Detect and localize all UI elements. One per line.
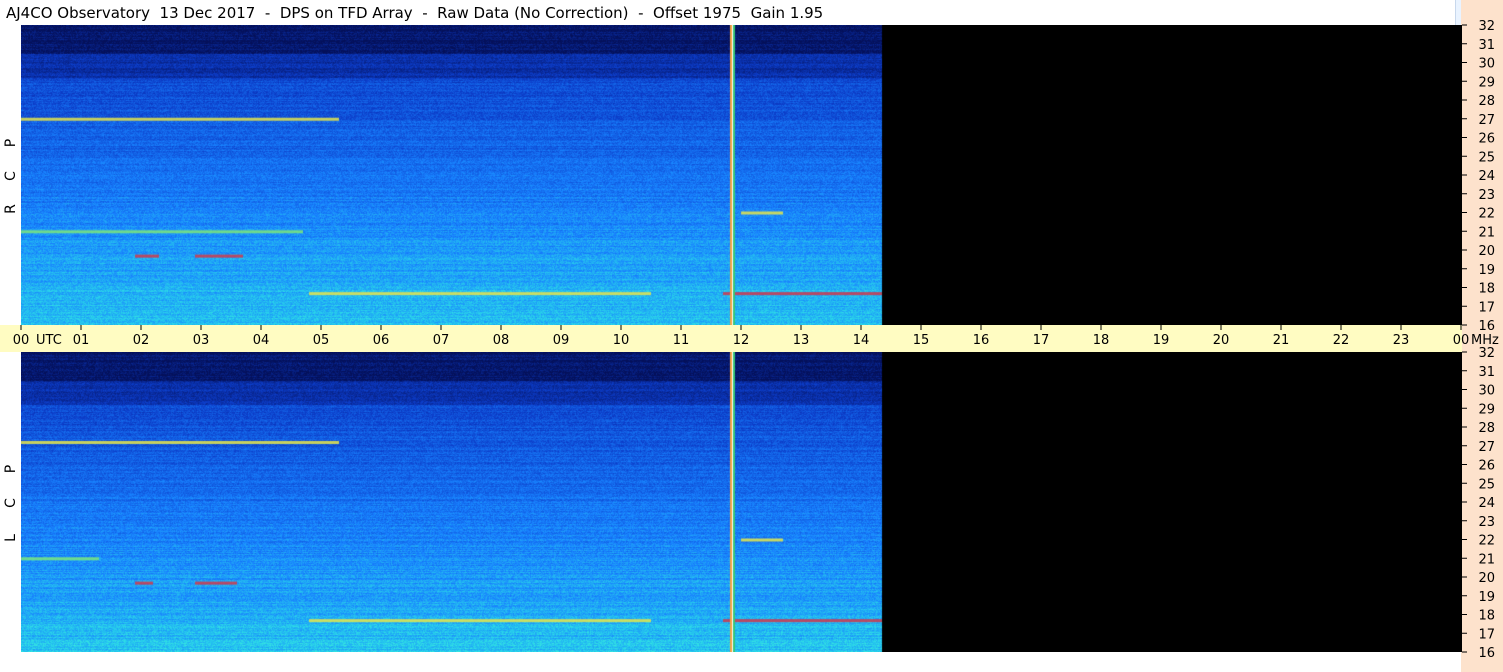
frequency-tick-label-rcp: 23 xyxy=(1478,188,1495,203)
frequency-tick-label-rcp: 28 xyxy=(1478,94,1495,109)
frequency-tick-label-rcp: 30 xyxy=(1478,57,1495,72)
frequency-tick-label-rcp: 17 xyxy=(1478,300,1495,315)
frequency-tick-label-lcp: 25 xyxy=(1478,477,1495,492)
polarization-label-rcp: P xyxy=(3,139,19,147)
frequency-tick-label-rcp: 31 xyxy=(1478,38,1495,53)
frequency-tick-label-rcp: 24 xyxy=(1478,169,1495,184)
polarization-label-rcp: C xyxy=(3,171,19,181)
time-tick-label: 07 xyxy=(433,333,450,348)
frequency-tick-label-rcp: 25 xyxy=(1478,150,1495,165)
frequency-tick-label-lcp: 23 xyxy=(1478,515,1495,530)
frequency-tick-label-lcp: 17 xyxy=(1478,627,1495,642)
frequency-tick-label-lcp: 19 xyxy=(1478,590,1495,605)
time-tick-label: 06 xyxy=(373,333,390,348)
polarization-label-lcp: L xyxy=(3,534,19,542)
frequency-tick-label-lcp: 27 xyxy=(1478,440,1495,455)
time-axis-unit: UTC xyxy=(36,333,62,348)
frequency-tick-label-rcp: 32 xyxy=(1478,19,1495,34)
time-tick-label: 08 xyxy=(493,333,510,348)
frequency-tick-label-rcp: 21 xyxy=(1478,225,1495,240)
frequency-tick-label-rcp: 22 xyxy=(1478,207,1495,222)
time-tick-label: 17 xyxy=(1033,333,1050,348)
frequency-tick-label-rcp: 20 xyxy=(1478,244,1495,259)
frequency-tick-label-lcp: 28 xyxy=(1478,421,1495,436)
polarization-label-lcp: P xyxy=(3,465,19,473)
axes-overlay: 32 31 30 29 28 27 26 25 24 23 22 21 20 19 18 17 16 R C P 32 3… xyxy=(3,19,1499,661)
time-tick-label: 11 xyxy=(673,333,690,348)
frequency-tick-label-lcp: 31 xyxy=(1478,365,1495,380)
time-tick-label: 04 xyxy=(253,333,270,348)
frequency-tick-label-lcp: 32 xyxy=(1478,346,1495,361)
frequency-tick-label-rcp: 19 xyxy=(1478,263,1495,278)
time-tick-label: 01 xyxy=(73,333,90,348)
time-tick-label: 13 xyxy=(793,333,810,348)
time-tick-label: 05 xyxy=(313,333,330,348)
frequency-tick-label-lcp: 24 xyxy=(1478,496,1495,511)
time-tick-label: 12 xyxy=(733,333,750,348)
frequency-tick-label-lcp: 30 xyxy=(1478,384,1495,399)
time-tick-label: 21 xyxy=(1273,333,1290,348)
time-tick-label: 10 xyxy=(613,333,630,348)
frequency-tick-label-lcp: 18 xyxy=(1478,609,1495,624)
frequency-tick-label-lcp: 22 xyxy=(1478,534,1495,549)
time-tick-label: 02 xyxy=(133,333,150,348)
time-tick-label: 00 xyxy=(1453,333,1470,348)
frequency-tick-label-lcp: 16 xyxy=(1478,646,1495,661)
time-tick-label: 15 xyxy=(913,333,930,348)
time-tick-label: 03 xyxy=(193,333,210,348)
frequency-tick-label-rcp: 16 xyxy=(1478,319,1495,334)
time-tick-label: 00 xyxy=(13,333,30,348)
time-tick-label: 22 xyxy=(1333,333,1350,348)
time-tick-label: 19 xyxy=(1153,333,1170,348)
frequency-tick-label-rcp: 18 xyxy=(1478,282,1495,297)
time-tick-label: 09 xyxy=(553,333,570,348)
frequency-tick-label-lcp: 26 xyxy=(1478,459,1495,474)
frequency-tick-label-lcp: 29 xyxy=(1478,402,1495,417)
frequency-axis-unit: MHz xyxy=(1471,333,1499,348)
frequency-tick-label-lcp: 21 xyxy=(1478,552,1495,567)
polarization-label-rcp: R xyxy=(3,204,19,214)
frequency-tick-label-rcp: 26 xyxy=(1478,132,1495,147)
frequency-tick-label-rcp: 29 xyxy=(1478,75,1495,90)
polarization-label-lcp: C xyxy=(3,498,19,508)
time-tick-label: 14 xyxy=(853,333,870,348)
time-tick-label: 23 xyxy=(1393,333,1410,348)
frequency-tick-label-lcp: 20 xyxy=(1478,571,1495,586)
frequency-tick-label-rcp: 27 xyxy=(1478,113,1495,128)
time-tick-label: 18 xyxy=(1093,333,1110,348)
time-tick-label: 16 xyxy=(973,333,990,348)
time-tick-label: 20 xyxy=(1213,333,1230,348)
